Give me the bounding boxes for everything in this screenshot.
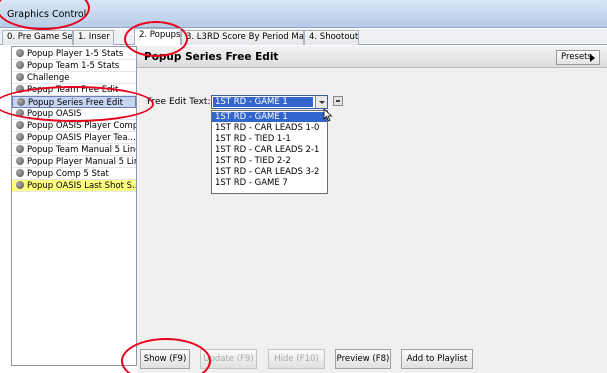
panel-header: Popup Series Free Edit Presets [137, 46, 607, 68]
status-dot-icon [16, 73, 24, 81]
list-item-selected[interactable]: Popup Series Free Edit [12, 96, 136, 108]
minus-icon [336, 100, 340, 102]
panel-title: Popup Series Free Edit [144, 51, 279, 63]
dropdown-option[interactable]: 1ST RD - CAR LEADS 1-0 [212, 123, 327, 133]
hide-button[interactable]: Hide (F10) [268, 349, 325, 369]
tab-popups[interactable]: 2. Popups [134, 28, 181, 45]
presets-button[interactable]: Presets [556, 50, 600, 65]
list-item[interactable]: Popup Comp 5 Stat [12, 168, 136, 180]
list-item[interactable]: Popup OASIS [12, 108, 136, 120]
tab-bar: 0. Pre Game Setup 1. Inser 2. Popups 3. … [0, 28, 607, 45]
window-title: Graphics Control [7, 9, 87, 20]
combobox-value[interactable]: 1ST RD - GAME 1 [213, 97, 313, 107]
status-dot-icon [16, 169, 24, 177]
dropdown-option[interactable]: 1ST RD - GAME 7 [212, 178, 327, 188]
tab-insert[interactable]: 1. Inser [73, 30, 114, 45]
window-titlebar: Graphics Control [0, 0, 607, 28]
popup-list: Popup Player 1-5 Stats Popup Team 1-5 St… [11, 46, 137, 366]
dropdown-option[interactable]: 1ST RD - CAR LEADS 3-2 [212, 167, 327, 177]
clear-button[interactable] [333, 96, 343, 106]
status-dot-icon [16, 61, 24, 69]
arrow-right-icon [590, 54, 595, 62]
list-item-highlighted[interactable]: Popup OASIS Last Shot S... [12, 180, 136, 192]
status-dot-icon [16, 181, 24, 189]
dropdown-option[interactable]: 1ST RD - TIED 1-1 [212, 134, 327, 144]
status-dot-icon [17, 98, 25, 106]
update-button[interactable]: Update (F9) [200, 349, 257, 369]
presets-label: Presets [561, 52, 592, 62]
list-item[interactable]: Challenge [12, 72, 136, 84]
free-edit-text-label: Free Edit Text: [147, 97, 211, 107]
show-button[interactable]: Show (F9) [140, 349, 190, 369]
dropdown-option[interactable]: 1ST RD - GAME 1 [212, 112, 327, 122]
preview-button[interactable]: Preview (F8) [335, 349, 391, 369]
mouse-cursor-icon [323, 108, 333, 122]
list-item[interactable]: Popup Team Manual 5 Line [12, 144, 136, 156]
status-dot-icon [16, 121, 24, 129]
status-dot-icon [16, 145, 24, 153]
dropdown-option[interactable]: 1ST RD - CAR LEADS 2-1 [212, 145, 327, 155]
tab-score-by-period[interactable]: 3. L3RD Score By Period Manual [181, 30, 304, 45]
chevron-down-icon[interactable] [315, 96, 327, 108]
free-edit-text-combobox[interactable]: 1ST RD - GAME 1 [211, 95, 328, 109]
list-item[interactable]: Popup Team 1-5 Stats [12, 60, 136, 72]
free-edit-text-dropdown: 1ST RD - GAME 1 1ST RD - CAR LEADS 1-0 1… [211, 110, 328, 194]
status-dot-icon [16, 49, 24, 57]
status-dot-icon [16, 85, 24, 93]
status-dot-icon [16, 133, 24, 141]
add-to-playlist-button[interactable]: Add to Playlist [401, 349, 473, 369]
list-item[interactable]: Popup Player Manual 5 Line [12, 156, 136, 168]
status-dot-icon [16, 157, 24, 165]
main-panel: Popup Series Free Edit Presets Free Edit… [137, 46, 607, 373]
dropdown-option[interactable]: 1ST RD - TIED 2-2 [212, 156, 327, 166]
tab-pre-game-setup[interactable]: 0. Pre Game Setup [2, 30, 73, 45]
tab-shootout[interactable]: 4. Shootout [304, 30, 359, 45]
list-item[interactable]: Popup OASIS Player Tea... [12, 132, 136, 144]
list-item[interactable]: Popup OASIS Player Comp [12, 120, 136, 132]
status-dot-icon [16, 109, 24, 117]
list-item[interactable]: Popup Team Free Edit [12, 84, 136, 96]
list-item[interactable]: Popup Player 1-5 Stats [12, 48, 136, 60]
